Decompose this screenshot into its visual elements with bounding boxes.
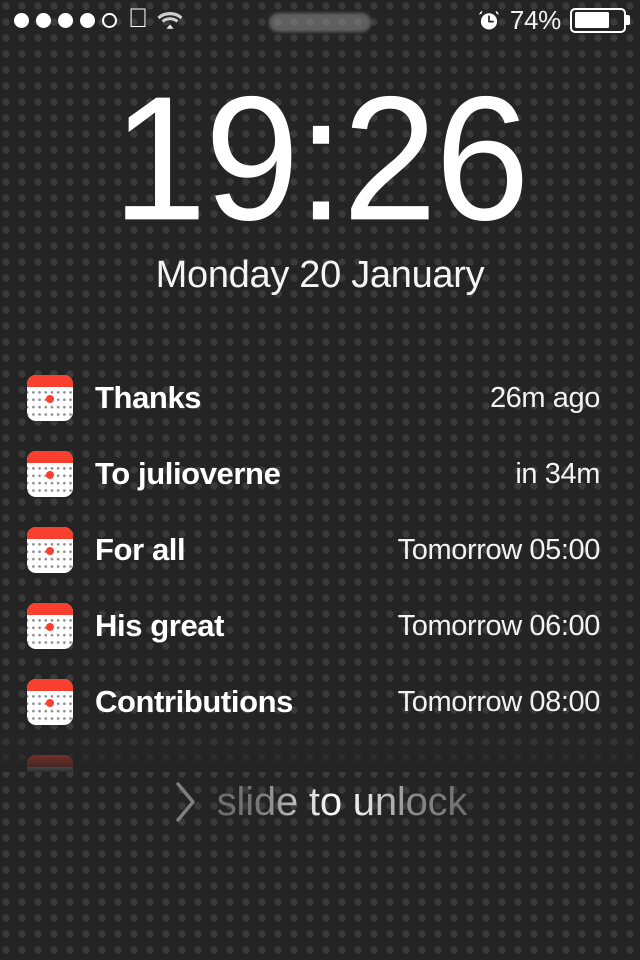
signal-dot-3 [58,12,73,28]
status-bar-left:  [14,5,183,32]
calendar-icon-body [27,465,73,495]
calendar-icon-event-dot [46,395,54,404]
calendar-icon-event-dot [46,547,54,556]
notification-title: Contributions [95,684,293,719]
notification-list[interactable]: Thanks 26m ago To julioverne in 34m For … [0,360,640,772]
calendar-icon-header [27,375,73,387]
battery-nub [626,15,630,25]
notification-row[interactable]: Thanks 26m ago [0,360,640,436]
clock-date: Monday 20 January [155,254,485,297]
calendar-icon-event-dot [46,623,54,632]
calendar-icon [27,527,73,573]
calendar-icon-body [27,617,73,647]
signal-strength-icon [14,12,117,28]
calendar-icon-header [27,679,73,691]
battery-percentage: 74% [509,5,561,35]
status-bar-right: 74% [477,5,630,35]
chevron-right-icon[interactable] [173,779,199,825]
lock-screen:  74% [0,0,640,960]
calendar-icon-header [27,603,73,615]
calendar-icon [27,603,73,649]
notification-row[interactable]: His great Tomorrow 06:00 [0,588,640,664]
carrier-name-redacted [269,13,371,32]
notification-title: Thanks [95,380,202,415]
notification-time: Tomorrow 05:00 [397,533,601,566]
calendar-icon [27,451,73,497]
clock-time: 19:26 [112,60,529,258]
calendar-icon [27,375,73,421]
calendar-icon-event-dot [46,471,54,480]
battery-fill [574,12,610,28]
signal-dot-1 [14,12,29,28]
calendar-icon-body [27,389,73,419]
notification-time: Tomorrow 08:00 [397,685,601,718]
signal-dot-2 [36,12,51,28]
apple-logo-icon:  [128,5,148,32]
notification-title: For all [95,532,186,567]
status-bar:  74% [0,0,640,40]
notification-title: His great [95,608,225,643]
signal-dot-4 [80,12,95,28]
notification-row[interactable]: Contributions Tomorrow 08:00 [0,664,640,740]
notification-row[interactable]: For all Tomorrow 05:00 [0,512,640,588]
calendar-icon-body [27,541,73,571]
calendar-icon-body [27,693,73,723]
clock-area: 19:26 Monday 20 January [0,60,640,297]
signal-dot-5 [102,12,117,28]
notification-time: in 34m [515,457,600,490]
calendar-icon-header [27,755,73,767]
alarm-clock-icon [477,8,501,32]
notification-time: Tomorrow 06:00 [397,609,601,642]
notification-row[interactable]: To julioverne in 34m [0,436,640,512]
notification-title: To julioverne [95,456,281,491]
notification-row-partial[interactable] [0,740,640,772]
calendar-icon-header [27,451,73,463]
calendar-icon [27,679,73,725]
calendar-icon-header [27,527,73,539]
battery-icon [570,7,630,33]
notification-time: 26m ago [489,381,600,414]
calendar-icon-event-dot [46,699,54,708]
wifi-icon [157,10,183,31]
slide-to-unlock-label[interactable]: slide to unlock [217,782,468,822]
slide-to-unlock[interactable]: slide to unlock [0,772,640,832]
calendar-icon [27,755,73,772]
